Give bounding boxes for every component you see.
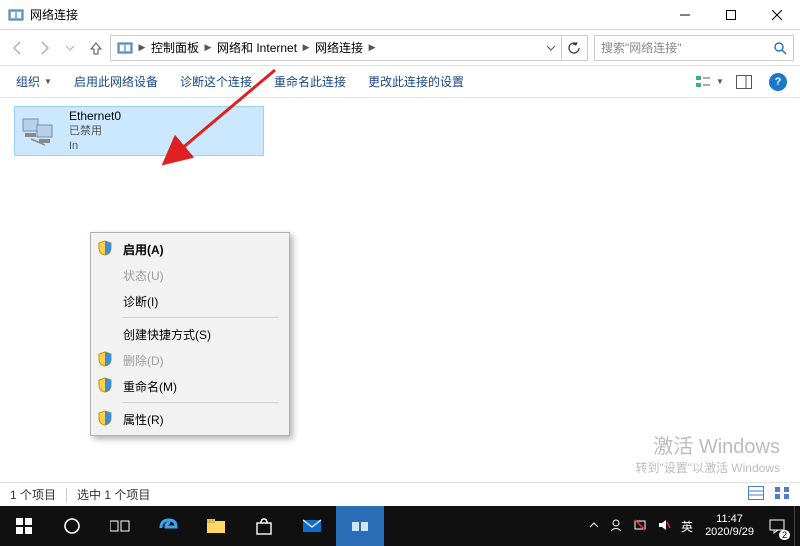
chevron-right-icon[interactable]: ▶ xyxy=(301,42,311,53)
ctx-properties[interactable]: 属性(R) xyxy=(93,406,287,432)
task-view-button[interactable] xyxy=(96,506,144,546)
organize-menu[interactable]: 组织 ▼ xyxy=(8,69,60,94)
ctx-create-shortcut[interactable]: 创建快捷方式(S) xyxy=(93,321,287,347)
taskbar-mail[interactable] xyxy=(288,506,336,546)
window-icon xyxy=(8,7,24,23)
address-field[interactable]: ▶ 控制面板 ▶ 网络和 Internet ▶ 网络连接 ▶ xyxy=(110,35,588,61)
network-tray-icon[interactable] xyxy=(633,518,647,535)
volume-icon[interactable] xyxy=(657,518,671,535)
address-bar: ▶ 控制面板 ▶ 网络和 Internet ▶ 网络连接 ▶ 搜索"网络连接" xyxy=(0,30,800,66)
breadcrumb[interactable]: 网络和 Internet xyxy=(213,36,301,60)
cmd-enable-device[interactable]: 启用此网络设备 xyxy=(66,69,166,94)
help-button[interactable]: ? xyxy=(764,70,792,94)
search-input[interactable]: 搜索"网络连接" xyxy=(594,35,794,61)
forward-button[interactable] xyxy=(32,36,56,60)
taskbar-store[interactable] xyxy=(240,506,288,546)
adapter-item-ethernet0[interactable]: Ethernet0 已禁用 In xyxy=(14,106,264,156)
window-title: 网络连接 xyxy=(30,6,78,23)
chevron-right-icon[interactable]: ▶ xyxy=(367,42,377,53)
breadcrumb[interactable]: 控制面板 xyxy=(147,36,203,60)
system-tray[interactable]: 英 xyxy=(583,518,699,535)
shield-icon xyxy=(97,377,115,395)
activation-watermark: 激活 Windows 转到"设置"以激活 Windows xyxy=(635,430,780,476)
ime-indicator[interactable]: 英 xyxy=(681,518,693,535)
adapter-name: Ethernet0 xyxy=(69,109,121,124)
maximize-button[interactable] xyxy=(708,0,754,30)
shield-icon xyxy=(97,351,115,369)
context-menu-separator xyxy=(123,402,279,403)
cmd-rename[interactable]: 重命名此连接 xyxy=(266,69,354,94)
taskbar-active-window[interactable] xyxy=(336,506,384,546)
taskbar-explorer[interactable] xyxy=(192,506,240,546)
view-large-icons-button[interactable] xyxy=(774,486,790,503)
cmd-diagnose[interactable]: 诊断这个连接 xyxy=(172,69,260,94)
context-menu: 启用(A) 状态(U) 诊断(I) 创建快捷方式(S) 删除(D) 重命名(M)… xyxy=(90,232,290,436)
recent-dropdown[interactable] xyxy=(58,36,82,60)
location-icon xyxy=(117,40,133,56)
ctx-delete: 删除(D) xyxy=(93,347,287,373)
preview-pane-button[interactable] xyxy=(730,70,758,94)
minimize-button[interactable] xyxy=(662,0,708,30)
show-desktop-button[interactable] xyxy=(794,506,800,546)
refresh-button[interactable] xyxy=(561,36,585,60)
up-button[interactable] xyxy=(84,36,108,60)
ctx-status: 状态(U) xyxy=(93,262,287,288)
adapter-status: 已禁用 xyxy=(69,124,121,139)
title-bar: 网络连接 xyxy=(0,0,800,30)
command-bar: 组织 ▼ 启用此网络设备 诊断这个连接 重命名此连接 更改此连接的设置 ▼ ? xyxy=(0,66,800,98)
network-adapter-icon xyxy=(21,111,61,151)
shield-icon xyxy=(97,240,115,258)
chevron-right-icon[interactable]: ▶ xyxy=(137,42,147,53)
search-placeholder: 搜索"网络连接" xyxy=(601,39,682,56)
ctx-enable[interactable]: 启用(A) xyxy=(93,236,287,262)
action-center-button[interactable]: 2 xyxy=(760,506,794,546)
status-item-count: 1 个项目 xyxy=(10,486,56,503)
start-button[interactable] xyxy=(0,506,48,546)
ctx-rename[interactable]: 重命名(M) xyxy=(93,373,287,399)
context-menu-separator xyxy=(123,317,279,318)
address-dropdown[interactable] xyxy=(541,43,561,53)
view-options-button[interactable]: ▼ xyxy=(696,70,724,94)
close-button[interactable] xyxy=(754,0,800,30)
status-bar: 1 个项目 选中 1 个项目 xyxy=(0,482,800,506)
notification-badge: 2 xyxy=(779,530,790,540)
taskbar-edge[interactable] xyxy=(144,506,192,546)
chevron-right-icon[interactable]: ▶ xyxy=(203,42,213,53)
breadcrumb[interactable]: 网络连接 xyxy=(311,36,367,60)
people-icon[interactable] xyxy=(609,518,623,535)
taskbar: 英 11:47 2020/9/29 2 xyxy=(0,506,800,546)
tray-overflow-icon[interactable] xyxy=(589,520,599,533)
search-icon[interactable] xyxy=(773,41,787,58)
view-details-button[interactable] xyxy=(748,486,764,503)
back-button[interactable] xyxy=(6,36,30,60)
status-selection: 选中 1 个项目 xyxy=(77,486,150,503)
cmd-change-settings[interactable]: 更改此连接的设置 xyxy=(360,69,472,94)
taskbar-clock[interactable]: 11:47 2020/9/29 xyxy=(699,513,760,539)
ctx-diagnose[interactable]: 诊断(I) xyxy=(93,288,287,314)
content-area: Ethernet0 已禁用 In 启用(A) 状态(U) 诊断(I) 创建快捷方… xyxy=(0,98,800,482)
cortana-button[interactable] xyxy=(48,506,96,546)
shield-icon xyxy=(97,410,115,428)
adapter-driver: In xyxy=(69,139,121,154)
